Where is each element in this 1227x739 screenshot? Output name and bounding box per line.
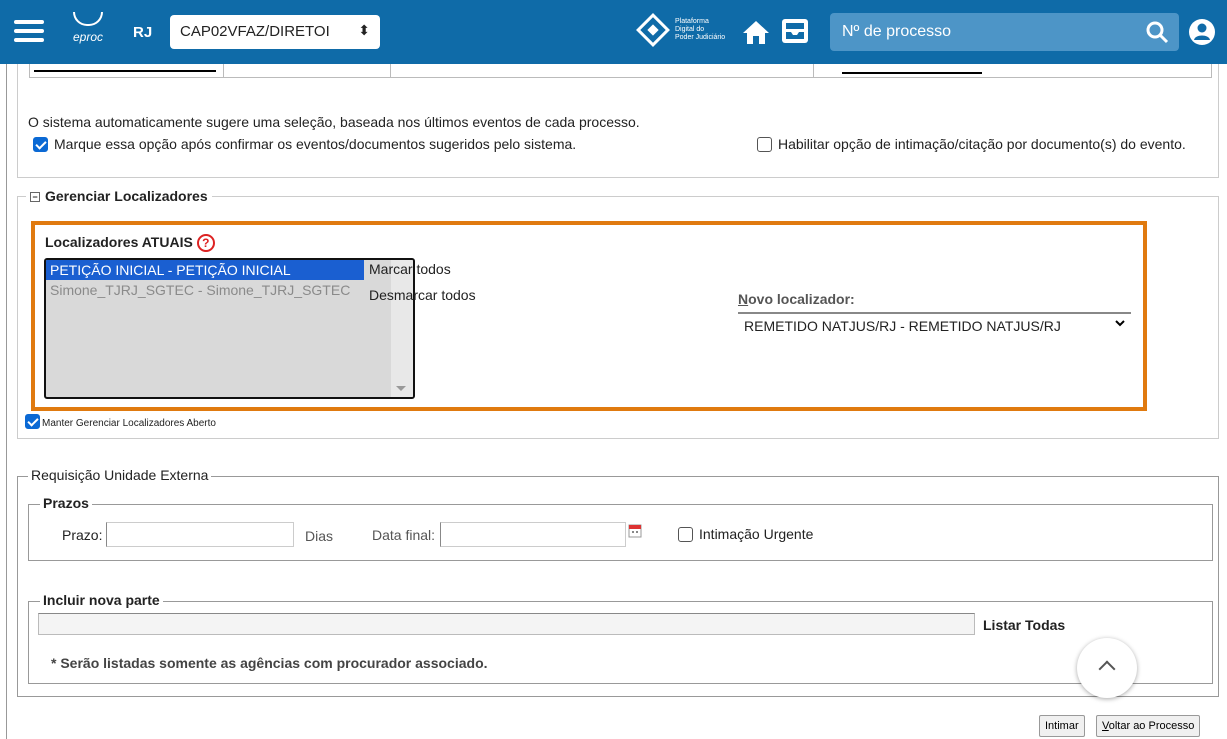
home-icon[interactable] bbox=[742, 18, 770, 46]
keep-open-checkbox[interactable] bbox=[25, 414, 40, 429]
process-number-input[interactable] bbox=[842, 23, 1132, 41]
collapse-icon[interactable]: − bbox=[30, 192, 40, 203]
scroll-to-top-button[interactable] bbox=[1077, 638, 1137, 698]
auto-selection-note: O sistema automaticamente sugere uma sel… bbox=[28, 114, 640, 130]
agencies-note: * Serão listadas somente as agências com… bbox=[51, 655, 488, 671]
keep-open-label: Manter Gerenciar Localizadores Aberto bbox=[42, 418, 216, 429]
enable-doc-option[interactable]: Habilitar opção de intimação/citação por… bbox=[757, 135, 1186, 152]
user-account-icon[interactable] bbox=[1188, 18, 1216, 46]
enable-doc-label: Habilitar opção de intimação/citação por… bbox=[778, 136, 1186, 153]
final-date-input[interactable] bbox=[440, 522, 626, 547]
final-date-label: Data final: bbox=[372, 527, 436, 543]
enable-doc-checkbox[interactable] bbox=[757, 136, 772, 152]
manage-locators-legend[interactable]: − Gerenciar Localizadores bbox=[26, 188, 212, 204]
scroll-down-arrow-icon[interactable] bbox=[396, 386, 406, 391]
calendar-icon[interactable] bbox=[628, 524, 642, 538]
org-unit-value: CAP02VFAZ/DIRETOI bbox=[180, 23, 330, 40]
deadline-input[interactable] bbox=[106, 522, 294, 547]
inbox-tray-icon[interactable] bbox=[780, 17, 810, 45]
list-all-link[interactable]: Listar Todas bbox=[983, 617, 1065, 633]
pdpj-logo[interactable]: Plataforma Digital do Poder Judiciário bbox=[636, 13, 726, 47]
confirm-suggested-label: Marque essa opção após confirmar os even… bbox=[54, 136, 577, 153]
new-locator-accesskey: N bbox=[738, 291, 749, 307]
new-locator-label-text: ovo localizador: bbox=[748, 291, 855, 307]
manage-locators-title: Gerenciar Localizadores bbox=[45, 188, 208, 204]
confirm-suggested-option[interactable]: Marque essa opção após confirmar os even… bbox=[33, 135, 576, 152]
events-table-stub bbox=[29, 64, 1212, 78]
new-party-input[interactable] bbox=[38, 613, 975, 635]
process-search-box bbox=[830, 13, 1179, 51]
deadline-label: Prazo: bbox=[62, 527, 103, 543]
locator-option[interactable]: Simone_TJRJ_SGTEC - Simone_TJRJ_SGTEC bbox=[46, 280, 413, 300]
pdpj-line-3: Poder Judiciário bbox=[675, 34, 726, 41]
chevron-up-icon bbox=[1098, 660, 1116, 678]
urgent-summons-option[interactable]: Intimação Urgente bbox=[678, 525, 813, 542]
org-unit-select[interactable]: CAP02VFAZ/DIRETOI ⬍ bbox=[170, 15, 380, 49]
current-locators-listbox[interactable]: PETIÇÃO INICIAL - PETIÇÃO INICIAL Simone… bbox=[44, 258, 415, 399]
eproc-logo[interactable]: eproc bbox=[70, 12, 106, 52]
select-arrows-icon: ⬍ bbox=[358, 22, 370, 38]
search-icon[interactable] bbox=[1145, 20, 1169, 44]
new-locator-label: Novo localizador: bbox=[738, 291, 855, 307]
external-request-legend: Requisição Unidade Externa bbox=[28, 467, 212, 483]
current-locators-heading: Localizadores ATUAIS? bbox=[45, 234, 215, 253]
confirm-suggested-checkbox[interactable] bbox=[33, 136, 48, 152]
intimar-button[interactable]: Intimar bbox=[1039, 715, 1085, 737]
page-left-rule bbox=[6, 64, 7, 739]
unmark-all-link[interactable]: Desmarcar todos bbox=[369, 287, 476, 303]
keep-open-option[interactable]: Manter Gerenciar Localizadores Aberto bbox=[25, 414, 216, 429]
back-accesskey: V bbox=[1102, 720, 1109, 732]
uf-label: RJ bbox=[133, 24, 153, 41]
days-label: Dias bbox=[305, 528, 334, 544]
urgent-summons-label: Intimação Urgente bbox=[699, 526, 814, 543]
mark-all-link[interactable]: Marcar todos bbox=[369, 261, 451, 277]
new-party-legend: Incluir nova parte bbox=[40, 592, 163, 608]
pdpj-line-2: Digital do bbox=[675, 26, 705, 33]
new-locator-value: REMETIDO NATJUS/RJ - REMETIDO NATJUS/RJ bbox=[744, 318, 1061, 334]
chevron-down-icon bbox=[1115, 320, 1125, 327]
current-locators-title: Localizadores ATUAIS bbox=[45, 234, 193, 250]
help-icon[interactable]: ? bbox=[196, 234, 215, 253]
listbox-scrollbar[interactable] bbox=[391, 260, 413, 397]
pdpj-line-1: Plataforma bbox=[675, 18, 709, 25]
deadlines-legend: Prazos bbox=[40, 495, 92, 511]
new-locator-select[interactable]: REMETIDO NATJUS/RJ - REMETIDO NATJUS/RJ bbox=[738, 312, 1131, 337]
locator-option-selected[interactable]: PETIÇÃO INICIAL - PETIÇÃO INICIAL bbox=[46, 260, 364, 280]
back-to-process-button[interactable]: Voltar ao Processo bbox=[1096, 715, 1201, 737]
pdpj-diamond-icon bbox=[636, 13, 670, 47]
top-navigation-bar: eproc RJ CAP02VFAZ/DIRETOI ⬍ Plataforma … bbox=[0, 0, 1227, 64]
logo-text: eproc bbox=[72, 30, 104, 44]
back-label: oltar ao Processo bbox=[1108, 720, 1195, 732]
hamburger-menu-icon[interactable] bbox=[14, 20, 44, 44]
urgent-summons-checkbox[interactable] bbox=[678, 526, 693, 542]
